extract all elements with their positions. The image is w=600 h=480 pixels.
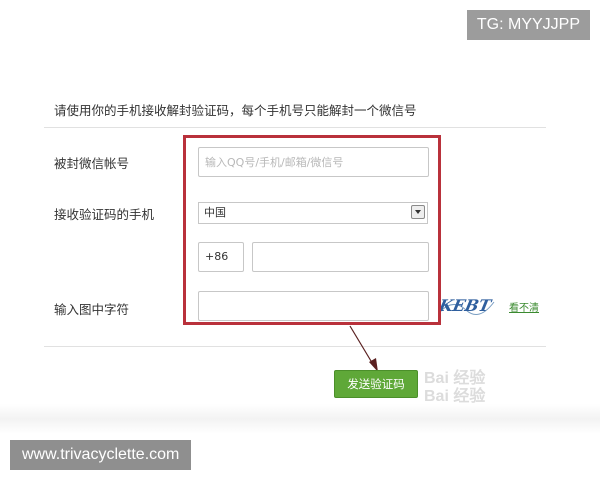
refresh-captcha-link[interactable]: 看不清 bbox=[509, 299, 539, 314]
instruction-text: 请使用你的手机接收解封验证码，每个手机号只能解封一个微信号 bbox=[54, 103, 417, 118]
phone-label: 接收验证码的手机 bbox=[54, 207, 155, 222]
captcha-label: 输入图中字符 bbox=[54, 302, 130, 317]
highlight-box bbox=[183, 135, 441, 325]
captcha-image: KEBT bbox=[438, 296, 495, 315]
top-divider bbox=[44, 127, 546, 128]
blurred-footer-band bbox=[0, 404, 600, 434]
baidu-watermark-line1: Bai 经验 bbox=[424, 370, 486, 387]
bottom-divider bbox=[44, 346, 546, 347]
captcha-text: KEBT bbox=[438, 296, 494, 315]
unblock-form-page: TG: MYYJJPP 请使用你的手机接收解封验证码，每个手机号只能解封一个微信… bbox=[0, 0, 600, 480]
baidu-watermark: Bai 经验 Bai 经验 bbox=[424, 370, 485, 406]
account-label: 被封微信帐号 bbox=[54, 156, 130, 171]
tg-watermark-badge: TG: MYYJJPP bbox=[466, 10, 590, 40]
site-watermark-badge: www.trivacyclette.com bbox=[10, 440, 192, 470]
send-code-button[interactable]: 发送验证码 bbox=[334, 370, 418, 398]
